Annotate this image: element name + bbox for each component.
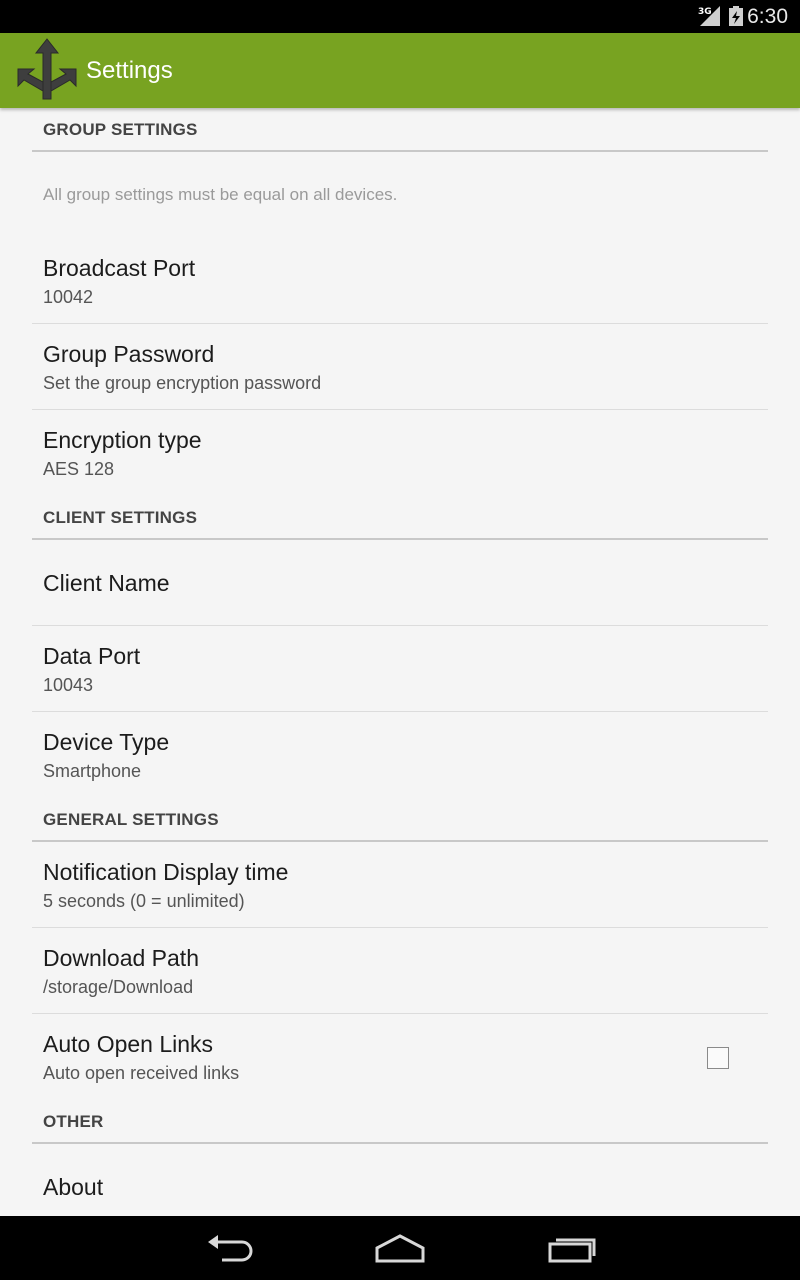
section-header-label: OTHER (43, 1112, 104, 1131)
status-bar: 3G 6:30 (0, 0, 800, 33)
settings-list[interactable]: GROUP SETTINGS All group settings must b… (0, 108, 800, 1216)
recent-apps-icon[interactable] (544, 1230, 600, 1271)
pref-summary: 5 seconds (0 = unlimited) (43, 891, 245, 911)
pref-summary: Smartphone (43, 761, 142, 781)
pref-device-type[interactable]: Device Type Smartphone (32, 712, 768, 797)
arrows-split-icon[interactable] (14, 37, 80, 108)
pref-title: Data Port (43, 643, 141, 669)
network-type-label: 3G (698, 7, 712, 17)
auto-open-links-checkbox[interactable] (707, 1047, 729, 1069)
pref-download-path[interactable]: Download Path /storage/Download (32, 928, 768, 1014)
pref-summary: Auto open received links (43, 1063, 240, 1083)
pref-summary: AES 128 (43, 459, 115, 479)
pref-summary: Set the group encryption password (43, 373, 322, 393)
pref-title: Notification Display time (43, 859, 289, 885)
section-header-general: GENERAL SETTINGS (32, 798, 768, 842)
battery-icon (729, 6, 743, 31)
pref-encryption-type[interactable]: Encryption type AES 128 (32, 410, 768, 495)
pref-group-password[interactable]: Group Password Set the group encryption … (32, 324, 768, 410)
pref-title: Device Type (43, 729, 170, 755)
home-icon[interactable] (372, 1230, 428, 1271)
pref-summary: /storage/Download (43, 977, 194, 997)
pref-data-port[interactable]: Data Port 10043 (32, 626, 768, 712)
page-title: Settings (86, 57, 173, 84)
section-header-label: CLIENT SETTINGS (43, 508, 198, 527)
action-bar: Settings (0, 33, 800, 108)
pref-title: Broadcast Port (43, 255, 196, 281)
navigation-bar (0, 1216, 800, 1280)
pref-title: Client Name (43, 570, 170, 596)
signal-3g-icon: 3G (698, 5, 722, 32)
pref-title: Group Password (43, 341, 215, 367)
pref-auto-open-links[interactable]: Auto Open Links Auto open received links (32, 1014, 768, 1099)
pref-summary: 10042 (43, 287, 94, 307)
pref-summary: 10043 (43, 675, 94, 695)
section-header-label: GROUP SETTINGS (43, 120, 198, 139)
status-clock: 6:30 (747, 5, 788, 28)
section-header-label: GENERAL SETTINGS (43, 810, 219, 829)
section-header-client: CLIENT SETTINGS (32, 496, 768, 540)
pref-about[interactable]: About (32, 1144, 768, 1216)
section-header-group: GROUP SETTINGS (32, 108, 768, 152)
pref-notification-time[interactable]: Notification Display time 5 seconds (0 =… (32, 842, 768, 928)
pref-title: Auto Open Links (43, 1031, 214, 1057)
group-settings-note: All group settings must be equal on all … (43, 185, 398, 204)
pref-broadcast-port[interactable]: Broadcast Port 10042 (32, 238, 768, 324)
section-header-other: OTHER (32, 1100, 768, 1144)
back-icon[interactable] (202, 1230, 258, 1271)
pref-title: Encryption type (43, 427, 202, 453)
pref-client-name[interactable]: Client Name (32, 540, 768, 626)
pref-title: About (43, 1174, 104, 1200)
pref-title: Download Path (43, 945, 199, 971)
